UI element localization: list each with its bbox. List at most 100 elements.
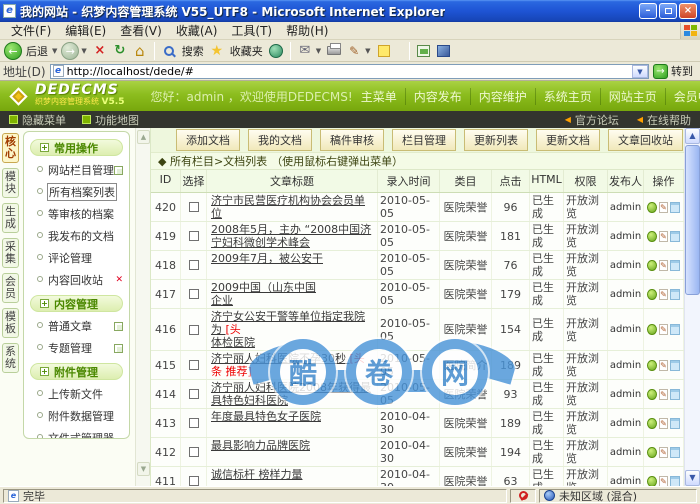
copy-icon[interactable] bbox=[670, 446, 681, 458]
copy-icon[interactable] bbox=[670, 259, 681, 271]
copy-icon[interactable] bbox=[670, 359, 681, 371]
subbar-item[interactable]: 功能地图 bbox=[82, 112, 139, 128]
favorites-icon[interactable]: ★ bbox=[208, 42, 226, 60]
sidebar-section-header[interactable]: + 附件管理 bbox=[30, 363, 123, 380]
preview-icon[interactable] bbox=[647, 230, 657, 242]
edit-icon[interactable]: ✎ bbox=[658, 446, 669, 458]
breadcrumb[interactable]: ◆ 所有栏目>文档列表 bbox=[158, 153, 267, 169]
mail-dropdown-icon[interactable]: ▼ bbox=[316, 47, 321, 55]
copy-icon[interactable] bbox=[670, 475, 681, 486]
preview-icon[interactable] bbox=[647, 324, 657, 335]
row-checkbox[interactable] bbox=[188, 360, 199, 370]
mail-icon[interactable]: ✉ bbox=[296, 42, 314, 60]
sidebar-section-header[interactable]: + 内容管理 bbox=[30, 295, 123, 312]
action-button[interactable]: 更新列表 bbox=[464, 129, 528, 151]
back-label[interactable]: 后退 bbox=[26, 43, 48, 59]
edit-icon[interactable]: ✎ bbox=[658, 417, 669, 429]
sidebar-tab-模板[interactable]: 模板 bbox=[2, 308, 19, 338]
copy-icon[interactable] bbox=[670, 230, 681, 242]
preview-icon[interactable] bbox=[647, 475, 657, 486]
sidebar-item[interactable]: 文件式管理器 bbox=[24, 427, 129, 438]
doc-title-link[interactable]: 企业 bbox=[211, 294, 233, 307]
menu-item[interactable]: 查看(V) bbox=[113, 21, 169, 40]
close-button[interactable]: × bbox=[679, 3, 697, 19]
subbar-item[interactable]: ◀ 官方论坛 bbox=[565, 112, 619, 128]
banner-nav-item[interactable]: 网站主页 bbox=[599, 87, 665, 105]
edit-dropdown-icon[interactable]: ▼ bbox=[365, 47, 370, 55]
main-scrollbar[interactable]: ▲ ▼ bbox=[684, 128, 700, 486]
expand-icon[interactable]: + bbox=[40, 299, 49, 308]
menu-item[interactable]: 工具(T) bbox=[224, 21, 279, 40]
doc-title-link[interactable]: 诚信标杆 榜样力量 bbox=[211, 468, 303, 481]
copy-icon[interactable] bbox=[670, 288, 681, 300]
edit-icon[interactable]: ✎ bbox=[658, 259, 669, 271]
sidebar-item[interactable]: 评论管理 bbox=[24, 247, 129, 269]
banner-nav-item[interactable]: 内容发布 bbox=[404, 87, 470, 105]
preview-icon[interactable] bbox=[647, 388, 657, 400]
sidebar-tab-核心[interactable]: 核心 bbox=[2, 133, 19, 163]
action-button[interactable]: 添加文档 bbox=[176, 129, 240, 151]
doc-flag-tag[interactable]: [头 bbox=[226, 323, 241, 336]
menu-item[interactable]: 编辑(E) bbox=[58, 21, 113, 40]
doc-title-link[interactable]: 济宁市民营医疗机构协会会员单位 bbox=[211, 194, 365, 220]
address-dropdown-icon[interactable]: ▼ bbox=[632, 64, 648, 78]
forward-dropdown-icon[interactable]: ▼ bbox=[81, 47, 86, 55]
row-checkbox[interactable] bbox=[188, 289, 199, 299]
expand-icon[interactable]: + bbox=[40, 367, 49, 376]
search-icon[interactable] bbox=[160, 42, 178, 60]
sidebar-tab-系统[interactable]: 系统 bbox=[2, 343, 19, 373]
print-icon[interactable] bbox=[325, 42, 343, 60]
expand-icon[interactable]: + bbox=[40, 143, 49, 152]
row-checkbox[interactable] bbox=[188, 324, 199, 335]
address-input[interactable]: e http://localhost/dede/# ▼ bbox=[49, 63, 649, 79]
edit-icon[interactable]: ✎ bbox=[658, 359, 669, 371]
edit-icon[interactable]: ✎ bbox=[658, 388, 669, 400]
forward-icon[interactable]: → bbox=[61, 41, 80, 60]
edit-icon[interactable]: ✎ bbox=[658, 475, 669, 486]
doc-title-link[interactable]: 2008年5月，主办 “2008中国济宁妇科微创学术峰会 bbox=[211, 223, 371, 249]
preview-icon[interactable] bbox=[647, 446, 657, 458]
action-button[interactable]: 稿件审核 bbox=[320, 129, 384, 151]
extension-helper-icon[interactable] bbox=[435, 42, 453, 60]
scroll-up-icon[interactable]: ▲ bbox=[685, 128, 700, 144]
sidebar-tab-生成[interactable]: 生成 bbox=[2, 203, 19, 233]
preview-icon[interactable] bbox=[647, 417, 657, 429]
row-checkbox[interactable] bbox=[188, 389, 199, 399]
banner-nav-item[interactable]: 主菜单 bbox=[353, 88, 405, 105]
doc-title-link[interactable]: 最具影响力品牌医院 bbox=[211, 439, 310, 452]
preview-icon[interactable] bbox=[647, 259, 657, 271]
doc-title-link[interactable]: 体检医院 bbox=[211, 336, 255, 349]
sidebar-item[interactable]: 等审核的档案 bbox=[24, 203, 129, 225]
doc-title-link[interactable]: 济宁丽人妇科医院2008年获得最具特色妇科医院 bbox=[211, 381, 371, 407]
action-button[interactable]: 栏目管理 bbox=[392, 129, 456, 151]
banner-nav-item[interactable]: 会员中心 bbox=[664, 87, 700, 105]
scroll-down-icon[interactable]: ▼ bbox=[137, 462, 150, 476]
banner-nav-item[interactable]: 内容维护 bbox=[469, 87, 535, 105]
subbar-item[interactable]: ◀ 在线帮助 bbox=[637, 112, 691, 128]
action-button[interactable]: 我的文档 bbox=[248, 129, 312, 151]
doc-title-link[interactable]: 2009中国（山东中国 bbox=[211, 281, 316, 294]
row-checkbox[interactable] bbox=[188, 476, 199, 486]
scroll-up-icon[interactable]: ▲ bbox=[137, 130, 150, 144]
history-icon[interactable] bbox=[267, 42, 285, 60]
back-dropdown-icon[interactable]: ▼ bbox=[52, 47, 57, 55]
preview-icon[interactable] bbox=[647, 359, 657, 371]
sidebar-item[interactable]: 普通文章 bbox=[24, 315, 129, 337]
extension-picture-icon[interactable] bbox=[415, 42, 433, 60]
copy-icon[interactable] bbox=[670, 388, 681, 400]
copy-icon[interactable] bbox=[670, 417, 681, 429]
doc-title-link[interactable]: 2009年7月，被公安干 bbox=[211, 252, 323, 265]
sidebar-item[interactable]: 我发布的文档 bbox=[24, 225, 129, 247]
edit-icon[interactable]: ✎ bbox=[658, 288, 669, 300]
edit-icon[interactable]: ✎ bbox=[658, 201, 669, 213]
favorites-label[interactable]: 收藏夹 bbox=[230, 43, 263, 59]
copy-icon[interactable] bbox=[670, 201, 681, 213]
home-icon[interactable]: ⌂ bbox=[131, 42, 149, 60]
row-checkbox[interactable] bbox=[188, 202, 199, 212]
scrollbar-thumb[interactable] bbox=[685, 145, 700, 295]
panel-icon[interactable] bbox=[114, 321, 123, 331]
sidebar-item[interactable]: 网站栏目管理 bbox=[24, 159, 129, 181]
menu-item[interactable]: 文件(F) bbox=[4, 21, 58, 40]
go-button[interactable]: → 转到 bbox=[653, 63, 697, 79]
sidebar-item[interactable]: 专题管理 bbox=[24, 337, 129, 359]
